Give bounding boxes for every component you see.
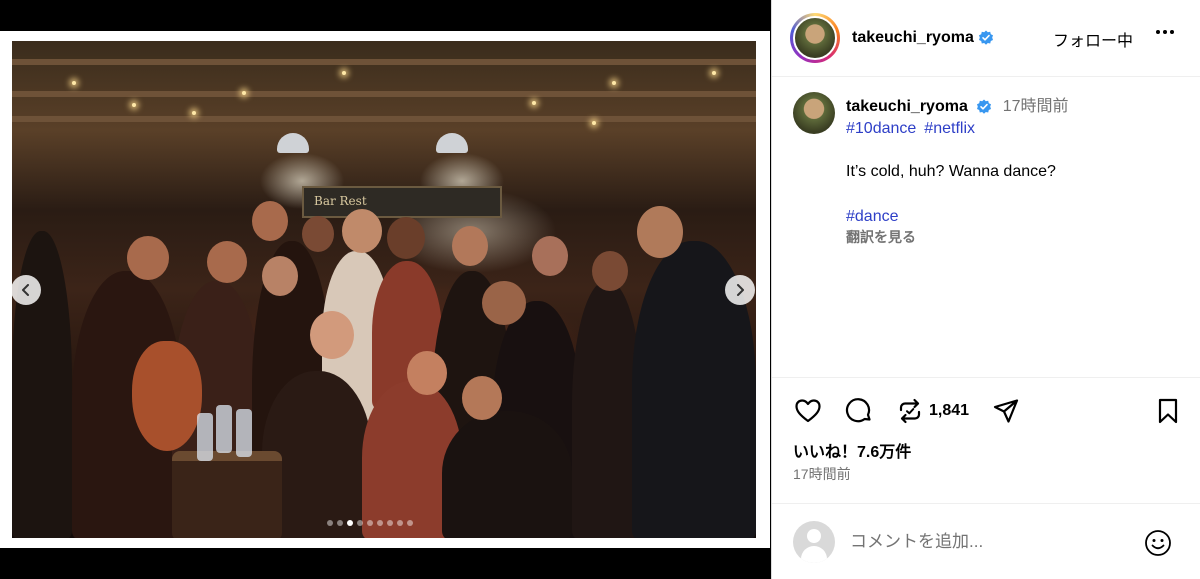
share-button[interactable] bbox=[991, 396, 1021, 426]
user-avatar bbox=[793, 521, 835, 563]
post-timestamp: 17時間前 bbox=[793, 466, 851, 482]
verified-badge-icon bbox=[978, 30, 993, 45]
following-button[interactable]: フォロー中 bbox=[1053, 27, 1133, 51]
repost-count: 1,841 bbox=[929, 402, 970, 419]
comment-button[interactable] bbox=[844, 396, 874, 426]
hashtag-link[interactable]: #10dance bbox=[846, 120, 916, 137]
info-panel: takeuchi_ryoma フォロー中 takeuchi_ryoma 17時間… bbox=[771, 0, 1200, 579]
hashtag-link[interactable]: #netflix bbox=[924, 120, 975, 137]
likes-count[interactable]: いいね！7.6万件 bbox=[793, 438, 911, 462]
carousel-prev-button[interactable] bbox=[11, 275, 41, 305]
carousel-dot bbox=[377, 520, 383, 526]
chevron-right-icon bbox=[737, 284, 744, 296]
drum bbox=[172, 451, 282, 538]
hashtag-link[interactable]: #dance bbox=[846, 208, 1186, 226]
caption-time: 17時間前 bbox=[1002, 98, 1069, 115]
translate-link[interactable]: 翻訳を見る bbox=[846, 227, 1186, 247]
carousel-dot bbox=[327, 520, 333, 526]
action-section: 1,841 いいね！7.6万件 17時間前 bbox=[772, 377, 1200, 503]
verified-badge-icon bbox=[977, 99, 992, 114]
like-button[interactable] bbox=[793, 396, 823, 426]
comment-input[interactable] bbox=[850, 530, 1120, 554]
chevron-left-icon bbox=[22, 284, 29, 296]
carousel-dot bbox=[407, 520, 413, 526]
caption-text: It’s cold, huh? Wanna dance? bbox=[846, 163, 1056, 180]
heart-icon bbox=[795, 399, 821, 423]
caption-username[interactable]: takeuchi_ryoma bbox=[846, 98, 968, 115]
carousel-indicator bbox=[327, 520, 413, 526]
media-panel: Bar Rest bbox=[0, 0, 770, 579]
hashtag-list: #10dance #netflix bbox=[846, 120, 1186, 138]
emoji-smile-icon[interactable] bbox=[1143, 528, 1173, 558]
carousel-dot bbox=[397, 520, 403, 526]
comment-bar bbox=[772, 503, 1200, 579]
avatar[interactable] bbox=[790, 13, 840, 63]
carousel-next-button[interactable] bbox=[725, 275, 755, 305]
comment-bubble-icon bbox=[845, 398, 871, 423]
photo-frame: Bar Rest bbox=[0, 31, 770, 548]
more-horizontal-icon[interactable] bbox=[1156, 30, 1174, 34]
repost-icon bbox=[899, 398, 921, 424]
header-username[interactable]: takeuchi_ryoma bbox=[852, 29, 974, 47]
paper-plane-icon bbox=[993, 399, 1019, 423]
post-photo[interactable]: Bar Rest bbox=[12, 41, 756, 538]
guitar bbox=[132, 341, 202, 451]
bookmark-icon bbox=[1158, 398, 1178, 424]
carousel-dot bbox=[367, 520, 373, 526]
carousel-dot bbox=[337, 520, 343, 526]
post-header: takeuchi_ryoma フォロー中 bbox=[772, 0, 1200, 77]
caption-avatar[interactable] bbox=[793, 92, 835, 134]
save-button[interactable] bbox=[1153, 396, 1183, 426]
bar-sign: Bar Rest bbox=[302, 186, 502, 218]
carousel-dot bbox=[387, 520, 393, 526]
carousel-dot bbox=[347, 520, 353, 526]
carousel-dot bbox=[357, 520, 363, 526]
repost-button[interactable] bbox=[895, 396, 925, 426]
